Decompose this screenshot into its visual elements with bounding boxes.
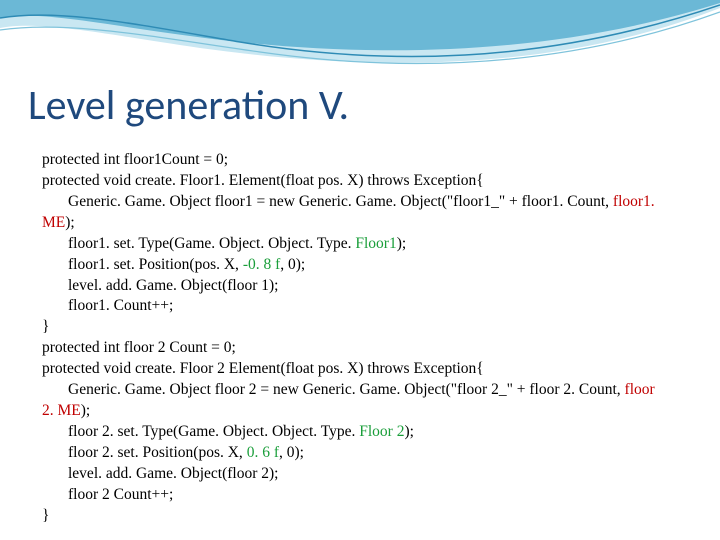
- code-line: floor1. Count++;: [42, 296, 670, 317]
- code-line: level. add. Game. Object(floor 1);: [42, 276, 670, 297]
- code-line: }: [42, 506, 670, 527]
- code-line: Generic. Game. Object floor 2 = new Gene…: [42, 380, 670, 422]
- code-line: protected void create. Floor 2 Element(f…: [42, 359, 670, 380]
- code-line: floor 2. set. Type(Game. Object. Object.…: [42, 422, 670, 443]
- code-line: }: [42, 317, 670, 338]
- code-line: protected int floor1Count = 0;: [42, 150, 670, 171]
- code-line: Generic. Game. Object floor1 = new Gener…: [42, 192, 670, 234]
- code-line: floor1. set. Type(Game. Object. Object. …: [42, 234, 670, 255]
- code-line: protected int floor 2 Count = 0;: [42, 338, 670, 359]
- code-line: floor 2. set. Position(pos. X, 0. 6 f, 0…: [42, 443, 670, 464]
- code-block: protected int floor1Count = 0; protected…: [42, 150, 670, 527]
- code-line: level. add. Game. Object(floor 2);: [42, 464, 670, 485]
- code-line: floor1. set. Position(pos. X, -0. 8 f, 0…: [42, 255, 670, 276]
- page-title: Level generation V.: [28, 80, 349, 131]
- code-line: floor 2 Count++;: [42, 485, 670, 506]
- code-line: protected void create. Floor1. Element(f…: [42, 171, 670, 192]
